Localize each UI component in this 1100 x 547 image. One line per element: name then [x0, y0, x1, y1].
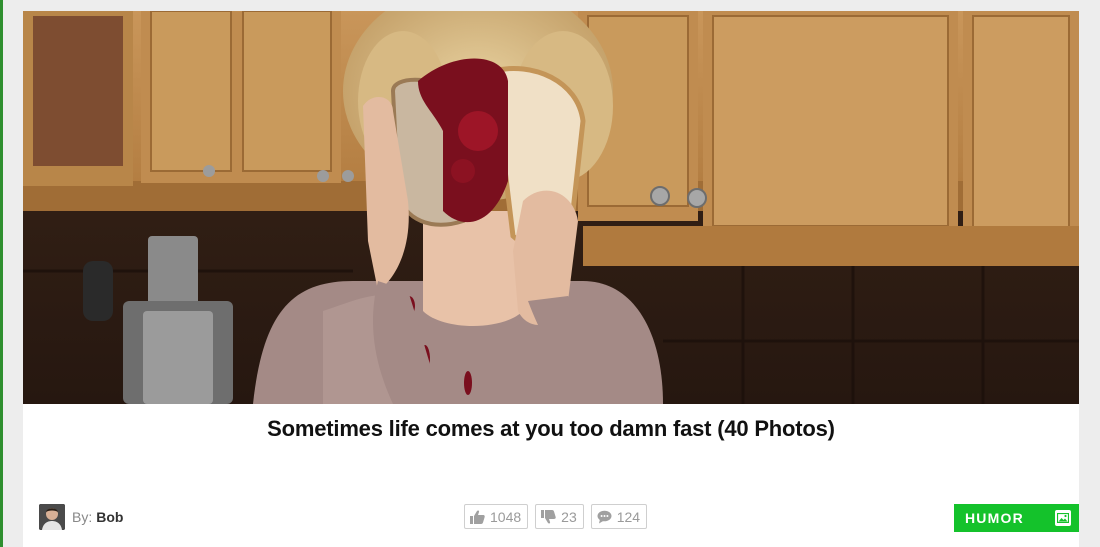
like-count: 1048: [490, 508, 522, 525]
post-card: Sometimes life comes at you too damn fas…: [23, 11, 1079, 547]
dislike-count: 23: [561, 508, 577, 525]
comments-button[interactable]: 124: [590, 504, 648, 529]
post-author[interactable]: By: Bob: [39, 504, 123, 530]
post-title[interactable]: Sometimes life comes at you too damn fas…: [23, 416, 1079, 442]
avatar-photo: [39, 504, 65, 530]
hero-photo: [23, 11, 1079, 404]
thumbs-up-icon: [470, 509, 485, 524]
category-label: HUMOR: [965, 510, 1024, 526]
post-stats: 1048 23 124: [464, 504, 648, 529]
comment-count: 124: [616, 508, 641, 525]
comment-bubble-icon: [597, 510, 612, 523]
author-name[interactable]: Bob: [96, 509, 123, 525]
author-avatar[interactable]: [39, 504, 65, 530]
author-by-label: By:: [72, 509, 93, 525]
like-button[interactable]: 1048: [464, 504, 529, 529]
category-badge[interactable]: HUMOR: [954, 504, 1079, 532]
page-edge-accent: [0, 0, 3, 547]
post-hero-image[interactable]: [23, 11, 1079, 404]
thumbs-down-icon: [541, 509, 556, 524]
dislike-button[interactable]: 23: [535, 504, 584, 529]
image-icon: [1055, 510, 1071, 526]
